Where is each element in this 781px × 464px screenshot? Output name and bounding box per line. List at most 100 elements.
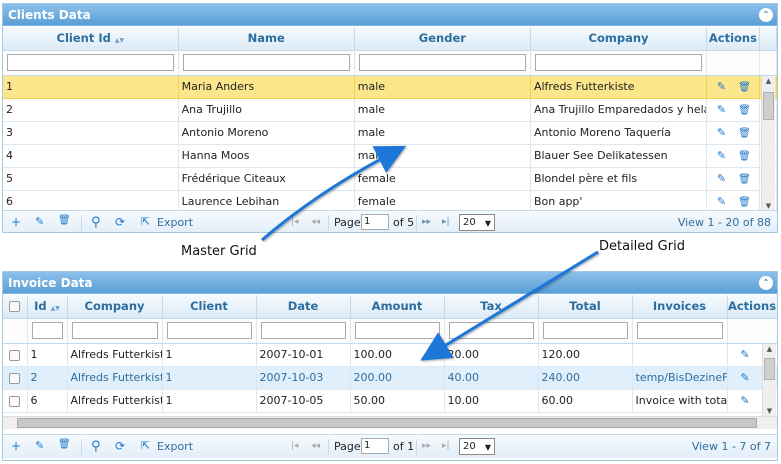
page-number-input[interactable]: 1	[361, 214, 389, 230]
col-header-name[interactable]: Name	[178, 27, 355, 51]
search-icon[interactable]: ⚲	[91, 215, 101, 230]
client-id-cell: 3	[3, 121, 179, 145]
add-icon[interactable]: +	[11, 215, 21, 229]
edit-icon[interactable]: ✎	[715, 126, 728, 139]
table-row[interactable]: 1 Maria Anders male Alfreds Futterkiste ✎ 🗑	[3, 75, 777, 99]
col-header-company[interactable]: Company	[530, 27, 708, 51]
next-page-icon[interactable]: ▸▸	[422, 441, 431, 451]
refresh-icon[interactable]: ⟳	[115, 439, 125, 453]
scrollbar-thumb[interactable]	[764, 358, 775, 380]
col-header-gender[interactable]: Gender	[354, 27, 531, 51]
edit-icon[interactable]: ✎	[739, 394, 752, 407]
col-header-invoices[interactable]: Invoices	[632, 295, 728, 319]
row-checkbox[interactable]	[9, 349, 20, 361]
company-filter-input[interactable]	[534, 54, 703, 71]
export-button[interactable]: Export	[157, 440, 193, 453]
add-icon[interactable]: +	[11, 439, 21, 453]
table-row[interactable]: 5 Frédérique Citeaux female Blondel père et…	[3, 167, 777, 191]
delete-icon[interactable]: 🗑	[738, 105, 751, 116]
amount-filter-input[interactable]	[354, 322, 440, 339]
edit-icon[interactable]: ✎	[35, 215, 44, 228]
company-cell: Blauer See Delikatessen	[530, 144, 708, 168]
prev-page-icon[interactable]: ◂◂	[311, 217, 320, 227]
table-row[interactable]: 1 Alfreds Futterkiste 1 2007-10-01 100.00 20.…	[3, 343, 777, 367]
edit-icon[interactable]: ✎	[739, 371, 752, 384]
first-page-icon[interactable]: |◂	[291, 217, 299, 227]
client-id-cell: 5	[3, 167, 179, 191]
clients-vertical-scrollbar[interactable]: ▲ ▼	[761, 76, 775, 211]
last-page-icon[interactable]: ▸|	[442, 217, 450, 227]
table-row[interactable]: 4 Hanna Moos male Blauer See Delikatessen ✎ 🗑	[3, 144, 777, 168]
name-cell: Antonio Moreno	[178, 121, 355, 145]
col-header-client[interactable]: Client	[162, 295, 257, 319]
invoices-filter-input[interactable]	[636, 322, 723, 339]
col-header-total[interactable]: Total	[538, 295, 633, 319]
table-row[interactable]: 2 Alfreds Futterkiste 1 2007-10-03 200.00 40.…	[3, 366, 777, 390]
table-row[interactable]: 3 Antonio Moreno male Antonio Moreno Taquer…	[3, 121, 777, 145]
col-header-client-id[interactable]: Client Id ▲▼	[3, 27, 179, 51]
first-page-icon[interactable]: |◂	[291, 441, 299, 451]
col-header-id[interactable]: Id ▲▼	[27, 295, 68, 319]
invoice-grid-title: Invoice Data	[8, 276, 93, 290]
total-cell: 240.00	[538, 366, 633, 390]
delete-icon[interactable]: 🗑	[738, 128, 751, 139]
delete-icon[interactable]: 🗑	[738, 82, 751, 93]
edit-icon[interactable]: ✎	[739, 348, 752, 361]
export-icon[interactable]: ⇱	[141, 215, 150, 228]
col-header-amount[interactable]: Amount	[350, 295, 445, 319]
scrollbar-thumb[interactable]	[763, 92, 774, 120]
gender-filter-input[interactable]	[358, 54, 526, 71]
rows-per-page-select[interactable]: 20 ▼	[459, 438, 495, 455]
delete-icon[interactable]: 🗑	[738, 174, 751, 185]
table-row[interactable]: 2 Ana Trujillo male Ana Trujillo Emparedado…	[3, 98, 777, 122]
total-filter-input[interactable]	[542, 322, 628, 339]
page-number-input[interactable]: 1	[361, 438, 389, 454]
tax-filter-input[interactable]	[448, 322, 534, 339]
table-row[interactable]: 6 Alfreds Futterkiste 1 2007-10-05 50.00 10.0…	[3, 389, 777, 413]
select-all-checkbox[interactable]	[9, 301, 21, 313]
name-filter-input[interactable]	[182, 54, 350, 71]
collapse-icon[interactable]: ⌃	[759, 8, 773, 22]
next-page-icon[interactable]: ▸▸	[422, 217, 431, 227]
invoice-horizontal-scrollbar[interactable]	[3, 416, 777, 429]
prev-page-icon[interactable]: ◂◂	[311, 441, 320, 451]
collapse-icon[interactable]: ⌃	[759, 276, 773, 290]
col-header-tax[interactable]: Tax	[444, 295, 539, 319]
date-filter-input[interactable]	[260, 322, 346, 339]
delete-icon[interactable]: 🗑	[58, 215, 71, 226]
scroll-down-icon[interactable]: ▼	[763, 407, 776, 415]
client-filter-input[interactable]	[166, 322, 252, 339]
edit-icon[interactable]: ✎	[715, 195, 728, 208]
invoice-vertical-scrollbar[interactable]: ▲ ▼	[762, 344, 776, 416]
clients-grid-title: Clients Data	[8, 8, 91, 22]
edit-icon[interactable]: ✎	[715, 103, 728, 116]
date-cell: 2007-10-05	[256, 389, 351, 413]
header-row: Client Id ▲▼ Name Gender Company Actions	[3, 27, 777, 51]
scroll-up-icon[interactable]: ▲	[762, 77, 775, 85]
edit-icon[interactable]: ✎	[715, 80, 728, 93]
row-checkbox[interactable]	[9, 372, 20, 384]
search-icon[interactable]: ⚲	[91, 439, 101, 454]
gender-cell: female	[354, 167, 531, 191]
export-button[interactable]: Export	[157, 216, 193, 229]
edit-icon[interactable]: ✎	[715, 172, 728, 185]
company-filter-input[interactable]	[71, 322, 158, 339]
row-checkbox[interactable]	[9, 395, 20, 407]
client-id-cell: 2	[3, 98, 179, 122]
client-id-filter-input[interactable]	[7, 54, 174, 71]
col-header-date[interactable]: Date	[256, 295, 351, 319]
rows-per-page-select[interactable]: 20 ▼	[459, 214, 495, 231]
delete-icon[interactable]: 🗑	[58, 439, 71, 450]
delete-icon[interactable]: 🗑	[738, 197, 751, 208]
scrollbar-thumb[interactable]	[17, 418, 757, 428]
delete-icon[interactable]: 🗑	[738, 151, 751, 162]
edit-icon[interactable]: ✎	[35, 439, 44, 452]
scroll-up-icon[interactable]: ▲	[763, 345, 776, 353]
refresh-icon[interactable]: ⟳	[115, 215, 125, 229]
scroll-down-icon[interactable]: ▼	[762, 202, 775, 210]
export-icon[interactable]: ⇱	[141, 439, 150, 452]
id-filter-input[interactable]	[31, 322, 63, 339]
edit-icon[interactable]: ✎	[715, 149, 728, 162]
last-page-icon[interactable]: ▸|	[442, 441, 450, 451]
col-header-company[interactable]: Company	[67, 295, 163, 319]
